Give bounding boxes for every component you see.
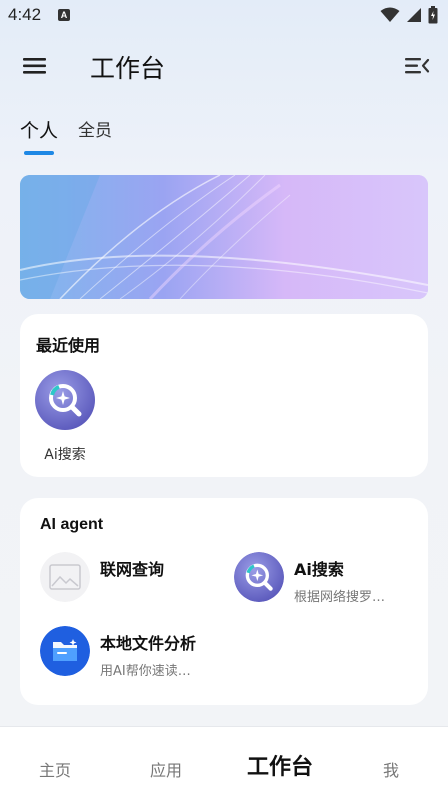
ai-search-icon xyxy=(234,552,284,602)
recent-card: 最近使用 Ai搜索 xyxy=(20,314,428,477)
hamburger-menu-icon xyxy=(23,58,46,74)
signal-icon xyxy=(407,8,421,22)
menu-button[interactable] xyxy=(22,54,48,78)
agent-description: 根据网络搜罗… xyxy=(294,590,386,605)
ai-search-icon xyxy=(35,370,95,430)
banner-artwork xyxy=(20,175,428,299)
status-icons xyxy=(380,6,438,24)
promo-banner[interactable] xyxy=(20,175,428,299)
folder-icon xyxy=(40,626,90,676)
agent-item-ai-search[interactable]: Ai搜索 根据网络搜罗… xyxy=(234,552,385,605)
battery-icon xyxy=(428,6,438,24)
agent-name: Ai搜索 xyxy=(294,560,344,579)
bottom-nav: 主页 应用 工作台 我 xyxy=(0,726,448,796)
page-title: 工作台 xyxy=(90,54,166,83)
recent-item-ai-search[interactable]: Ai搜索 xyxy=(34,370,96,464)
wifi-icon xyxy=(380,7,400,22)
agent-name: 本地文件分析 xyxy=(100,634,197,653)
app-header: 工作台 xyxy=(0,44,448,88)
menu-collapse-icon xyxy=(405,58,430,74)
menu-collapse-button[interactable] xyxy=(404,54,430,78)
nav-apps[interactable]: 应用 xyxy=(150,757,182,781)
nav-workbench[interactable]: 工作台 xyxy=(247,749,313,781)
ai-agent-title: AI agent xyxy=(40,516,104,533)
agent-item-web-query[interactable]: 联网查询 xyxy=(40,552,164,602)
ai-agent-card: AI agent 联网查询 Ai搜索 根据网络搜罗… 本地文件分析 用AI帮你速… xyxy=(20,498,428,705)
notification-badge: A xyxy=(58,9,70,21)
tab-all-members[interactable]: 全员 xyxy=(78,116,112,155)
agent-name: 联网查询 xyxy=(100,560,165,579)
agent-item-local-file-analysis[interactable]: 本地文件分析 用AI帮你速读… xyxy=(40,626,196,679)
agent-description: 用AI帮你速读… xyxy=(100,664,191,679)
nav-me[interactable]: 我 xyxy=(383,757,399,781)
scope-tabs: 个人 全员 xyxy=(20,116,112,155)
tab-personal[interactable]: 个人 xyxy=(20,116,58,155)
recent-item-label: Ai搜索 xyxy=(44,447,86,463)
recent-title: 最近使用 xyxy=(36,336,101,355)
status-time: 4:42 xyxy=(8,5,42,24)
image-placeholder-icon xyxy=(40,552,90,602)
status-bar: 4:42 A xyxy=(0,0,448,32)
nav-home[interactable]: 主页 xyxy=(39,757,71,781)
